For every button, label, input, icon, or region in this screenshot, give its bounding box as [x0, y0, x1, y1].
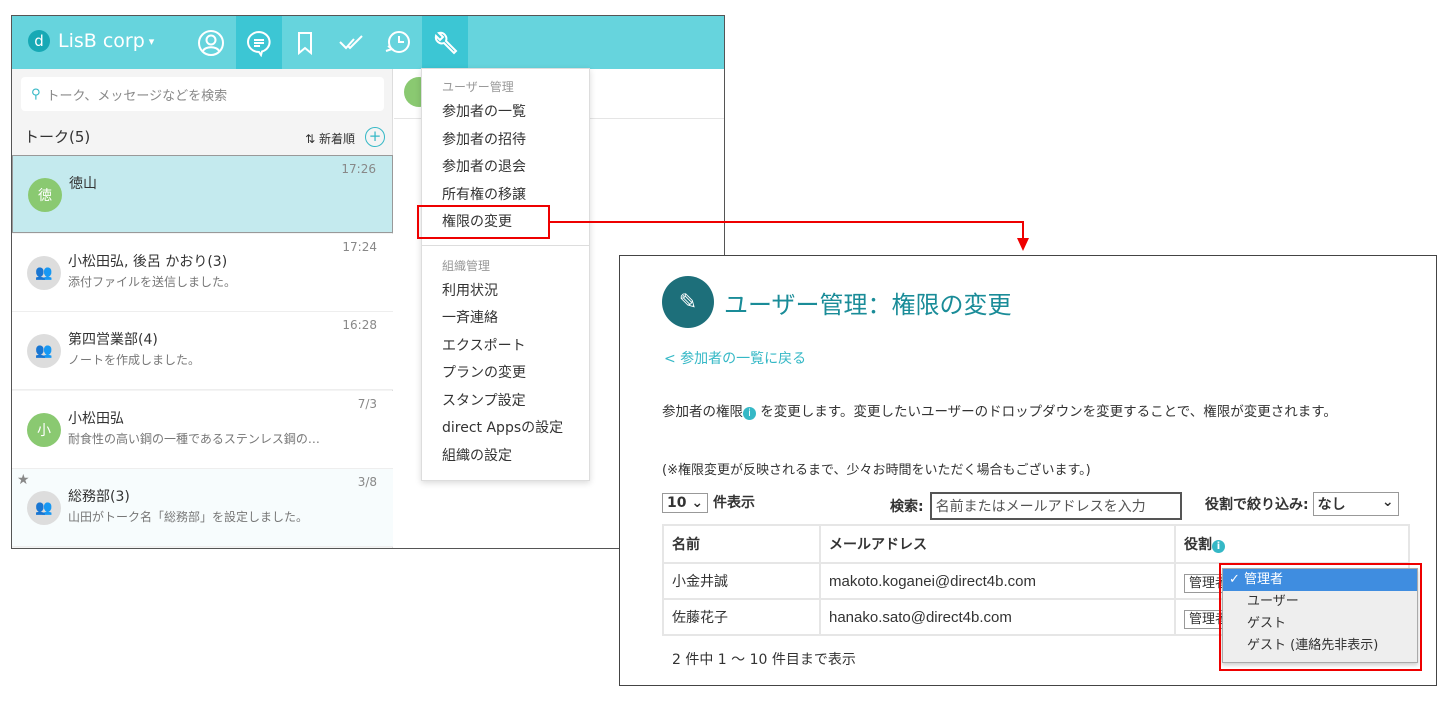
- note: (※権限変更が反映されるまで、少々お時間をいただく場合もございます。): [662, 463, 1091, 478]
- role-filter: 役割で絞り込み: なし ⌄: [1205, 492, 1399, 516]
- col-name[interactable]: 名前: [662, 524, 821, 564]
- page-title: ✎ ユーザー管理：権限の変更: [662, 276, 1012, 328]
- col-role-label: 役割: [1184, 537, 1212, 553]
- filter-label: 役割で絞り込み:: [1205, 497, 1309, 513]
- col-email[interactable]: メールアドレス: [819, 524, 1176, 564]
- page-size-label: 件表示: [712, 495, 755, 511]
- table-header: 名前 メールアドレス 役割 i: [662, 524, 1410, 564]
- info-icon[interactable]: i: [1212, 540, 1225, 553]
- user-name: 小金井誠: [662, 562, 821, 600]
- page-size-select[interactable]: 10 ⌄: [662, 493, 709, 513]
- search-label: 検索:: [890, 499, 924, 515]
- page-size-control: 10 ⌄ 件表示: [662, 492, 755, 513]
- desc-text: を変更します。変更したいユーザーのドロップダウンを変更することで、権限が変更され…: [756, 404, 1337, 420]
- search-control: 検索: 名前またはメールアドレスを入力: [890, 492, 1182, 520]
- role-filter-select[interactable]: なし ⌄: [1312, 492, 1399, 516]
- filter-value: なし: [1317, 497, 1346, 513]
- user-email: hanako.sato@direct4b.com: [819, 598, 1176, 636]
- description: 参加者の権限 i を変更します。変更したいユーザーのドロップダウンを変更することで…: [662, 402, 1422, 423]
- highlight-box: [1219, 563, 1422, 671]
- pencil-icon: ✎: [662, 276, 714, 328]
- user-email: makoto.koganei@direct4b.com: [819, 562, 1176, 600]
- col-role[interactable]: 役割 i: [1174, 524, 1410, 564]
- desc-text: 参加者の権限: [662, 404, 743, 420]
- back-link[interactable]: < 参加者の一覧に戻る: [664, 348, 806, 368]
- title-text: ユーザー管理：権限の変更: [724, 290, 1012, 319]
- user-search-input[interactable]: 名前またはメールアドレスを入力: [929, 492, 1182, 520]
- user-name: 佐藤花子: [662, 598, 821, 636]
- page-size-value: 10: [667, 495, 687, 511]
- pagination-info: 2 件中 1 ～ 10 件目まで表示: [672, 652, 856, 668]
- info-icon[interactable]: i: [743, 407, 756, 420]
